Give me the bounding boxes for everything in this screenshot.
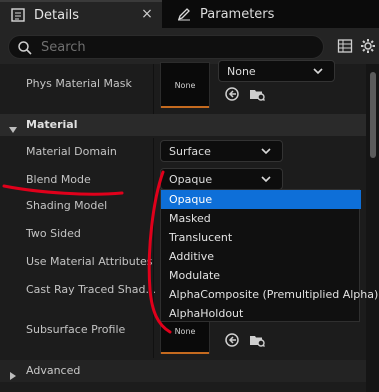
close-icon[interactable]: ×	[140, 7, 154, 21]
property-label: Two Sided	[26, 227, 81, 240]
collapse-arrow-icon	[8, 120, 18, 133]
section-title: Advanced	[26, 364, 81, 377]
dropdown-option-modulate[interactable]: Modulate	[161, 266, 361, 285]
search-row	[0, 28, 379, 64]
property-label: Use Material Attributes	[26, 255, 153, 268]
scrollbar-thumb[interactable]	[370, 72, 376, 158]
divider	[153, 304, 154, 358]
dropdown-option-opaque[interactable]: Opaque	[161, 190, 361, 209]
chevron-down-icon	[260, 146, 272, 156]
back-arrow-icon[interactable]	[224, 332, 240, 348]
gear-icon[interactable]	[360, 38, 376, 54]
material-domain-combo[interactable]: Surface	[160, 140, 283, 162]
section-material[interactable]: Material	[0, 114, 366, 136]
property-label: Blend Mode	[26, 173, 91, 186]
property-label: Subsurface Profile	[26, 323, 126, 336]
search-input[interactable]	[39, 38, 309, 56]
browse-folder-icon[interactable]	[249, 332, 266, 348]
tab-details-label: Details	[34, 7, 80, 23]
thumbnail-label: None	[174, 326, 196, 336]
dropdown-option-alpha-holdout[interactable]: AlphaHoldout	[161, 304, 361, 323]
expand-arrow-icon	[8, 366, 18, 380]
asset-thumbnail[interactable]: None	[160, 62, 210, 108]
blend-mode-combo[interactable]: Opaque	[160, 168, 283, 190]
chevron-down-icon	[260, 174, 272, 184]
dropdown-option-additive[interactable]: Additive	[161, 247, 361, 266]
property-phys-material-mask: Phys Material Mask None None	[0, 60, 366, 114]
asset-picker-combo[interactable]: None	[218, 60, 335, 82]
tab-details[interactable]: Details ×	[0, 0, 162, 28]
combo-value: None	[227, 64, 256, 78]
property-material-domain: Material Domain Surface	[0, 138, 366, 166]
property-label: Shading Model	[26, 199, 108, 212]
divider	[153, 276, 154, 304]
dropdown-option-translucent[interactable]: Translucent	[161, 228, 361, 247]
blend-mode-dropdown: Opaque Masked Translucent Additive Modul…	[160, 189, 378, 323]
tab-parameters[interactable]: Parameters	[166, 0, 379, 28]
divider	[153, 248, 154, 276]
tab-bar: Details × Parameters	[0, 0, 379, 28]
pencil-icon	[174, 4, 194, 24]
divider	[153, 220, 154, 248]
divider	[153, 64, 154, 114]
property-label: Phys Material Mask	[26, 77, 132, 90]
browse-folder-icon[interactable]	[249, 86, 266, 102]
table-view-icon[interactable]	[337, 38, 353, 54]
search-box[interactable]	[8, 35, 324, 59]
combo-value: Surface	[169, 144, 211, 158]
divider	[153, 166, 154, 192]
back-arrow-icon[interactable]	[224, 86, 240, 102]
combo-value: Opaque	[169, 172, 213, 186]
section-advanced[interactable]: Advanced	[0, 360, 366, 382]
search-icon	[17, 40, 33, 56]
section-title: Material	[26, 118, 78, 131]
tab-parameters-label: Parameters	[200, 6, 275, 22]
details-icon	[8, 5, 28, 25]
divider	[153, 192, 154, 220]
property-label: Material Domain	[26, 145, 117, 158]
divider	[153, 138, 154, 166]
dropdown-option-alpha-composite[interactable]: AlphaComposite (Premultiplied Alpha)	[161, 285, 378, 304]
thumbnail-label: None	[174, 80, 196, 90]
dropdown-option-masked[interactable]: Masked	[161, 209, 361, 228]
chevron-down-icon	[312, 66, 324, 76]
property-label: Cast Ray Traced Shad...	[26, 283, 156, 296]
